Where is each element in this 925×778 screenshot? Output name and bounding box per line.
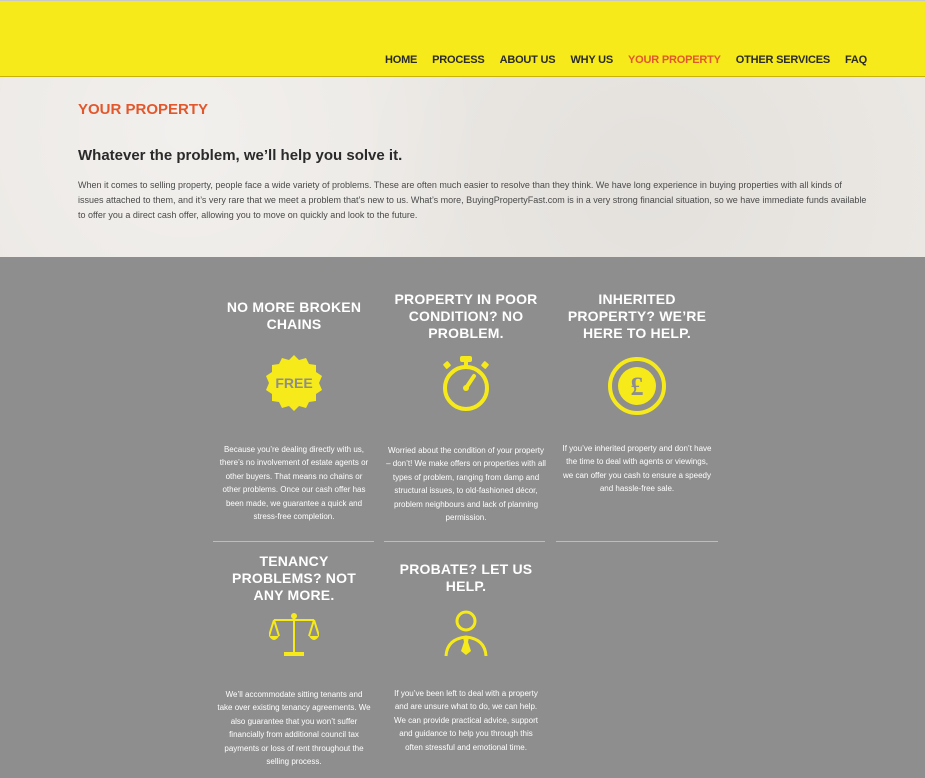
feature-card-tenancy: TENANCY PROBLEMS? NOT ANY MORE. We’ll ac…	[213, 553, 375, 768]
feature-title: PROPERTY IN POOR CONDITION? NO PROBLEM.	[394, 291, 538, 341]
nav-other-services[interactable]: OTHER SERVICES	[736, 54, 830, 66]
feature-card-broken-chains: NO MORE BROKEN CHAINS FREE Because you’r…	[213, 299, 375, 523]
intro-paragraph: When it comes to selling property, peopl…	[78, 180, 867, 220]
page-title: YOUR PROPERTY	[78, 101, 209, 118]
advisor-person-icon	[444, 610, 488, 657]
feature-title: NO MORE BROKEN CHAINS	[226, 299, 362, 332]
divider-line	[213, 541, 374, 542]
divider-line	[384, 541, 545, 542]
main-nav: HOME PROCESS ABOUT US WHY US YOUR PROPER…	[385, 54, 867, 66]
svg-text:£: £	[631, 372, 644, 401]
nav-home[interactable]: HOME	[385, 54, 417, 66]
feature-card-probate: PROBATE? LET US HELP. If you’ve been lef…	[385, 561, 547, 754]
feature-card-poor-condition: PROPERTY IN POOR CONDITION? NO PROBLEM. …	[385, 291, 547, 524]
feature-text: We’ll accommodate sitting tenants and ta…	[217, 690, 371, 767]
feature-title: INHERITED PROPERTY? WE’RE HERE TO HELP.	[567, 291, 707, 341]
pound-coin-icon: £	[608, 357, 666, 415]
feature-card-inherited: INHERITED PROPERTY? WE’RE HERE TO HELP. …	[556, 291, 718, 496]
site-header: HOME PROCESS ABOUT US WHY US YOUR PROPER…	[0, 0, 925, 77]
nav-your-property[interactable]: YOUR PROPERTY	[628, 54, 721, 66]
feature-text: Because you’re dealing directly with us,…	[219, 445, 369, 522]
feature-title: PROBATE? LET US HELP.	[399, 561, 533, 594]
feature-title: TENANCY PROBLEMS? NOT ANY MORE.	[232, 553, 356, 603]
nav-about-us[interactable]: ABOUT US	[500, 54, 556, 66]
feature-text: If you’ve inherited property and don’t h…	[562, 444, 712, 494]
divider-line	[556, 541, 718, 542]
nav-faq[interactable]: FAQ	[845, 54, 867, 66]
nav-process[interactable]: PROCESS	[432, 54, 485, 66]
feature-text: Worried about the condition of your prop…	[386, 446, 546, 523]
nav-why-us[interactable]: WHY US	[570, 54, 613, 66]
free-badge-text: FREE	[275, 375, 312, 391]
feature-text: If you’ve been left to deal with a prope…	[394, 689, 538, 752]
stopwatch-icon	[443, 356, 489, 411]
intro-section: YOUR PROPERTY Whatever the problem, we’l…	[0, 77, 925, 257]
scales-icon	[269, 613, 319, 656]
intro-headline: Whatever the problem, we’ll help you sol…	[78, 147, 403, 164]
free-badge-icon: FREE	[266, 355, 322, 411]
